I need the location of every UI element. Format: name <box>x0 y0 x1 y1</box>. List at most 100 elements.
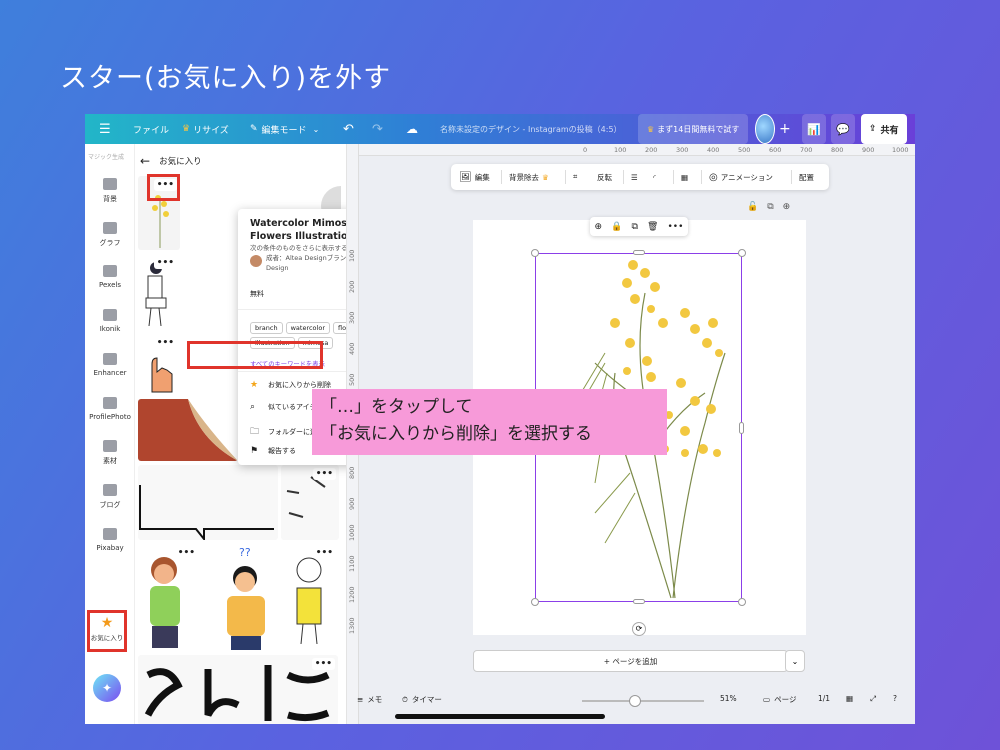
report-item[interactable]: ⚑報告する <box>250 446 296 456</box>
ruler-tick: 800 <box>348 467 356 479</box>
asset-thumbnail-hand[interactable]: ••• <box>138 334 180 396</box>
resize-label: リサイズ <box>193 123 229 136</box>
more-options-icon[interactable]: ••• <box>175 547 198 559</box>
elements-icon <box>103 440 117 452</box>
asset-thumbnail-boy[interactable]: ?? <box>205 544 281 651</box>
asset-thumbnail-woman[interactable]: ••• <box>138 254 180 329</box>
asset-thumbnail-page-curl[interactable] <box>138 399 238 461</box>
asset-thumbnail-child[interactable]: ••• <box>285 544 339 651</box>
bg-remover-button[interactable]: 背景除去♛ <box>509 164 549 190</box>
menu-label: 報告する <box>268 446 296 456</box>
resize-handle[interactable] <box>738 249 746 257</box>
asset-thumbnail-text-sarani[interactable]: ••• <box>138 655 338 724</box>
favorites-label: お気に入り <box>91 634 124 642</box>
more-icon[interactable]: ••• <box>667 222 683 232</box>
pages-button[interactable]: ▭ページ <box>763 694 796 705</box>
asset-author[interactable]: 成者：Altea Designブランド：Altea Design <box>250 253 347 273</box>
resize-handle[interactable] <box>531 598 539 606</box>
panel-title: お気に入り <box>159 155 202 167</box>
document-title[interactable]: 名称未設定のデザイン - Instagramの投稿（4:5） <box>440 114 622 144</box>
magic-assistant-button[interactable]: ✦ <box>93 674 121 702</box>
share-button[interactable]: ⇪ 共有 <box>861 114 907 144</box>
resize-handle[interactable] <box>739 422 744 434</box>
more-options-icon[interactable]: ••• <box>313 547 336 559</box>
more-options-icon[interactable]: ••• <box>313 468 336 480</box>
edit-mode-button[interactable]: ✎ 編集モード ⌄ <box>250 114 319 144</box>
position-button[interactable]: 配置 <box>799 164 814 190</box>
rail-item-ikonik[interactable]: Ikonik <box>85 309 135 333</box>
corner-rounding-icon[interactable]: ◜ <box>653 164 656 190</box>
duplicate-page-icon[interactable]: ⧉ <box>767 202 773 212</box>
resize-handle[interactable] <box>633 250 645 255</box>
avatar[interactable] <box>755 114 775 144</box>
remove-favorites-highlight <box>187 341 323 369</box>
rail-item-elements[interactable]: 素材 <box>85 440 135 466</box>
flip-button[interactable]: 反転 <box>597 164 612 190</box>
file-menu-button[interactable]: ファイル <box>133 114 169 144</box>
resize-handle[interactable] <box>633 599 645 604</box>
add-page-icon[interactable]: ⊕ <box>783 202 791 212</box>
tag[interactable]: branch <box>250 322 283 334</box>
crop-icon[interactable]: ⌗ <box>573 164 577 190</box>
rail-item-background[interactable]: 背景 <box>85 178 135 204</box>
back-arrow-icon[interactable]: ← <box>140 154 150 168</box>
chevron-down-icon[interactable]: ⌄ <box>785 650 805 672</box>
asset-thumbnail-speech-bubble[interactable] <box>138 465 278 540</box>
crown-icon: ♛ <box>647 125 654 134</box>
star-icon: ★ <box>90 615 124 631</box>
share-label: 共有 <box>881 123 899 136</box>
rail-item-pixabay[interactable]: Pixabay <box>85 528 135 552</box>
cloud-sync-icon[interactable]: ☁ <box>406 114 418 144</box>
rail-item-enhancer[interactable]: Enhancer <box>85 353 135 377</box>
element-quick-actions: ⊕ 🔒 ⧉ 🗑 ••• <box>590 217 688 236</box>
border-style-icon[interactable]: ☰ <box>631 164 638 190</box>
undo-icon[interactable]: ↶ <box>343 114 354 144</box>
rail-item-chart[interactable]: グラフ <box>85 222 135 248</box>
star-icon: ★ <box>250 380 264 390</box>
edit-image-button[interactable]: 🖼編集 <box>459 164 490 190</box>
asset-thumbnail-lines[interactable]: ••• <box>281 465 339 540</box>
rail-item-favorites[interactable]: ★ お気に入り <box>87 610 127 652</box>
divider <box>791 170 792 184</box>
add-collaborator-icon[interactable]: + <box>779 114 791 144</box>
zoom-slider-thumb[interactable] <box>629 695 641 707</box>
lock-icon[interactable]: 🔒 <box>611 222 622 232</box>
trash-icon[interactable]: 🗑 <box>647 222 658 232</box>
resize-handle[interactable] <box>531 249 539 257</box>
insights-icon[interactable]: 📊 <box>802 114 826 144</box>
timer-button[interactable]: ⏱タイマー <box>402 694 442 705</box>
help-icon[interactable]: ? <box>893 694 897 703</box>
free-trial-button[interactable]: ♛ まず14日間無料で試す <box>638 114 748 144</box>
rail-item-pexels[interactable]: Pexels <box>85 265 135 289</box>
comment-add-icon[interactable]: ⊕ <box>595 222 603 232</box>
more-options-icon[interactable]: ••• <box>154 257 177 269</box>
profile-photo-icon <box>103 397 117 409</box>
magic-generate-label[interactable]: マジック生成 <box>88 152 124 161</box>
redo-icon[interactable]: ↷ <box>372 114 383 144</box>
comment-icon[interactable]: 💬 <box>831 114 855 144</box>
resize-button[interactable]: ♛ リサイズ <box>182 114 229 144</box>
menu-icon[interactable]: ☰ <box>99 114 111 144</box>
tag[interactable]: watercolor <box>286 322 330 334</box>
grid-view-icon[interactable]: ▦ <box>846 694 853 703</box>
rail-item-profilephoto[interactable]: ProfilePhoto <box>85 397 135 421</box>
zoom-slider[interactable] <box>582 700 704 702</box>
resize-handle[interactable] <box>738 598 746 606</box>
add-page-button[interactable]: + ページを追加 <box>473 650 788 672</box>
more-options-icon[interactable]: ••• <box>154 337 177 349</box>
animate-button[interactable]: ◎アニメーション <box>709 164 773 190</box>
notes-button[interactable]: ≡メモ <box>357 694 382 705</box>
fullscreen-icon[interactable]: ⤢ <box>870 694 876 704</box>
rail-item-blog[interactable]: ブログ <box>85 484 135 510</box>
speech-bubble-art <box>138 465 278 540</box>
asset-thumbnail-girl[interactable]: ••• <box>138 544 201 651</box>
home-indicator <box>395 714 605 719</box>
transparency-icon[interactable]: ▦ <box>681 164 688 190</box>
lock-icon[interactable]: 🔓 <box>747 202 758 212</box>
more-options-icon[interactable]: ••• <box>312 658 335 670</box>
zoom-level[interactable]: 51% <box>720 694 737 703</box>
duplicate-icon[interactable]: ⧉ <box>631 222 637 232</box>
status-bar: ≡メモ ⏱タイマー 51% ▭ページ 1/1 ▦ ⤢ ? <box>347 689 915 711</box>
tag[interactable]: flowers <box>333 322 347 334</box>
rotate-icon[interactable]: ⟳ <box>632 622 646 636</box>
